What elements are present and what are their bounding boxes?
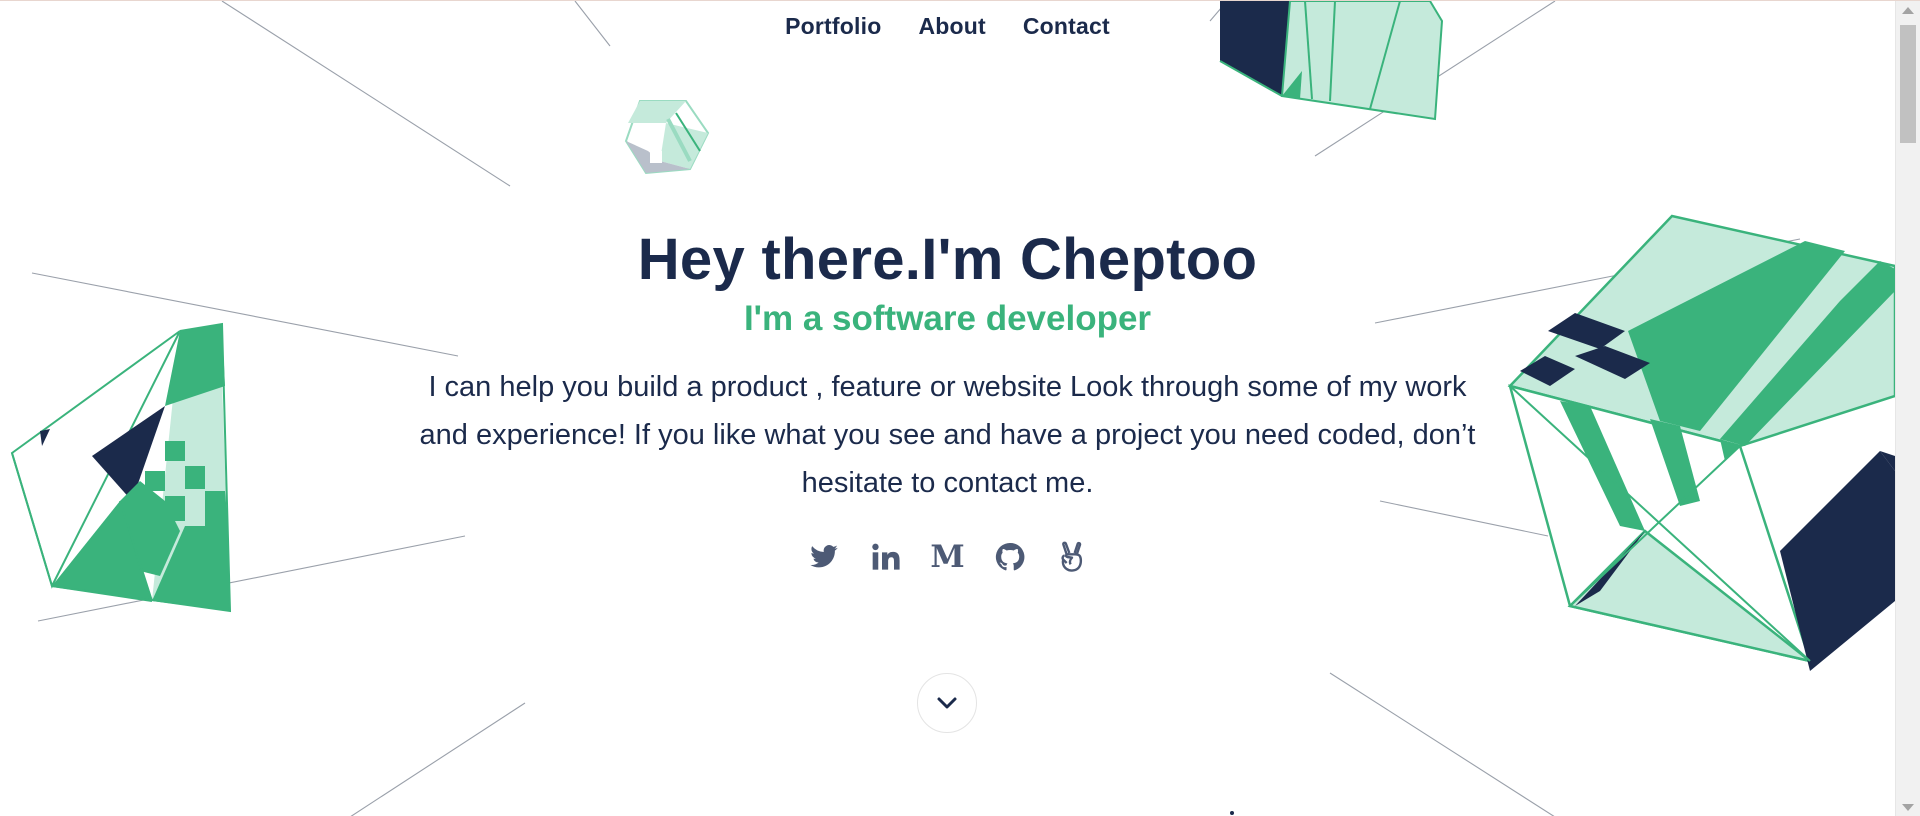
page-scrollbar[interactable] bbox=[1895, 1, 1920, 816]
nav-link-portfolio[interactable]: Portfolio bbox=[785, 13, 881, 40]
top-nav: Portfolio About Contact bbox=[0, 13, 1895, 40]
medium-link[interactable]: M bbox=[930, 537, 966, 577]
scroll-down-button[interactable] bbox=[917, 673, 977, 733]
nav-link-contact[interactable]: Contact bbox=[1023, 13, 1110, 40]
github-icon bbox=[995, 542, 1024, 571]
scrollbar-thumb[interactable] bbox=[1900, 25, 1916, 143]
scroll-up-arrow-icon[interactable] bbox=[1902, 7, 1914, 14]
angellist-icon bbox=[1060, 541, 1082, 572]
angellist-link[interactable] bbox=[1054, 537, 1090, 577]
hero-subtitle: I'm a software developer bbox=[743, 299, 1152, 338]
linkedin-icon bbox=[871, 543, 900, 570]
twitter-link[interactable] bbox=[806, 537, 842, 577]
linkedin-link[interactable] bbox=[868, 537, 904, 577]
nav-link-about[interactable]: About bbox=[918, 13, 985, 40]
hero-description: I can help you build a product , feature… bbox=[419, 371, 1476, 499]
medium-icon: M bbox=[930, 539, 965, 575]
twitter-icon bbox=[809, 545, 838, 568]
scroll-down-arrow-icon[interactable] bbox=[1902, 804, 1914, 811]
small-cube-decoration bbox=[624, 100, 710, 175]
social-links: M bbox=[0, 537, 1895, 577]
page: Portfolio About Contact Hey there.I'm Ch… bbox=[0, 0, 1920, 816]
chevron-down-icon bbox=[937, 697, 957, 709]
hero-title: Hey there.I'm Cheptoo bbox=[637, 227, 1258, 292]
github-link[interactable] bbox=[992, 537, 1028, 577]
hero-section: Hey there.I'm Cheptoo I'm a software dev… bbox=[0, 223, 1895, 507]
